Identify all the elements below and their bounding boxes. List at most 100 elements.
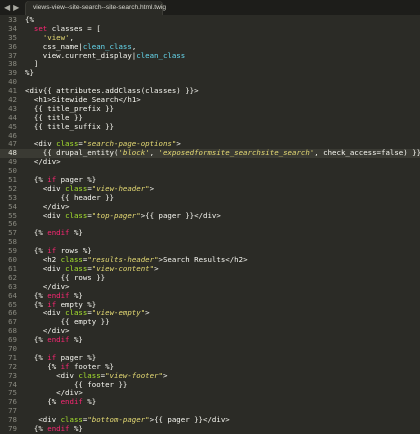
code-token: ] xyxy=(25,59,39,69)
code-token: > xyxy=(162,370,168,380)
code-token: if xyxy=(47,352,57,362)
code-text: %} xyxy=(17,68,34,78)
code-token: {{ title_suffix }} xyxy=(25,121,114,131)
code-token: Sitewide Search xyxy=(51,95,119,105)
back-arrow-icon[interactable]: ◀ xyxy=(4,1,10,14)
code-text: {% endif %} xyxy=(17,423,83,434)
code-token: , xyxy=(69,32,74,42)
code-line[interactable]: 57 {% endif %} xyxy=(0,228,420,238)
code-token: </div> xyxy=(42,201,70,211)
file-tab[interactable]: views-view--site-search--site-search.htm… xyxy=(25,1,166,15)
code-token: "view-empty" xyxy=(91,308,146,318)
code-token: <h2 xyxy=(42,255,61,265)
code-line[interactable]: 37 view.current_display|clean_class xyxy=(0,50,420,61)
code-token: 'view' xyxy=(42,32,70,42)
code-token: pager %} xyxy=(56,352,97,362)
code-token: endif xyxy=(47,423,70,433)
code-token: <div xyxy=(38,415,61,425)
code-token: {{ title_prefix }} xyxy=(25,103,114,113)
code-token: class xyxy=(65,183,88,193)
code-token: clean_class xyxy=(136,50,186,60)
code-token: </div> xyxy=(56,388,83,398)
code-token: <div xyxy=(42,308,66,318)
code-token: <div xyxy=(42,183,66,193)
code-text: {% endif %} xyxy=(17,397,96,407)
code-token: </h1> xyxy=(118,95,141,105)
code-token: class xyxy=(65,210,88,220)
code-token: {{ drupal_entity( xyxy=(25,148,119,158)
code-token: <h1> xyxy=(33,95,52,105)
code-token: {{ attributes.addClass(classes) }} xyxy=(42,86,195,96)
code-token: {% xyxy=(25,335,48,345)
code-token: {{ footer }} xyxy=(25,379,128,389)
code-token: > xyxy=(176,139,181,149)
code-text: {{ drupal_entity('block', 'exposedformsi… xyxy=(17,148,420,158)
code-token: endif xyxy=(47,228,70,238)
code-token: , xyxy=(131,41,137,51)
code-token: {{ rows }} xyxy=(25,272,106,282)
code-token: </div> xyxy=(33,157,61,167)
code-token: {% xyxy=(25,397,61,407)
code-token: {% xyxy=(25,361,61,371)
code-token: {% xyxy=(25,352,48,362)
code-editor[interactable]: 33 {% 34 set classes = [35 'view', 36 css_n… xyxy=(0,15,420,434)
code-line[interactable]: 79 {% endif %} xyxy=(0,423,420,434)
code-token: <div xyxy=(42,210,66,220)
code-token: {% xyxy=(25,423,48,433)
code-token: 'exposedformsite_searchsite_search' xyxy=(158,148,315,158)
code-token: , xyxy=(149,148,159,158)
code-token: > xyxy=(145,308,150,318)
code-line[interactable]: 69 {% endif %} xyxy=(0,335,420,345)
forward-arrow-icon[interactable]: ▶ xyxy=(13,1,19,14)
code-line[interactable]: 48 {{ drupal_entity('block', 'exposedfor… xyxy=(0,148,420,159)
code-text: {% endif %} xyxy=(17,335,83,345)
code-line[interactable]: 76 {% endif %} xyxy=(0,397,420,407)
code-token: if xyxy=(47,299,57,309)
code-token: css_name xyxy=(25,41,79,51)
code-token: 'block' xyxy=(118,148,150,158)
editor-window: ◀ ▶ views-view--site-search--site-search… xyxy=(0,0,420,434)
code-token: class xyxy=(56,139,79,149)
code-line[interactable]: 38 ] xyxy=(0,60,420,69)
code-token: </div> xyxy=(42,326,70,336)
code-token: <div xyxy=(25,86,43,96)
code-text: </div> xyxy=(17,157,61,167)
code-token: > xyxy=(154,263,159,273)
code-line[interactable]: 45 {{ title_suffix }} xyxy=(0,121,420,132)
code-token: endif xyxy=(60,397,83,407)
code-line[interactable]: 49 </div> xyxy=(0,157,420,167)
code-token: </h2> xyxy=(225,255,248,265)
code-token: {{ empty }} xyxy=(25,317,110,327)
code-line[interactable]: 55 <div class="top-pager">{{ pager }}</d… xyxy=(0,210,420,221)
file-tab-label: views-view--site-search--site-search.htm… xyxy=(33,4,166,11)
code-line[interactable]: 39%} xyxy=(0,68,420,78)
code-token: {{ title }} xyxy=(25,112,83,122)
code-token: </div> xyxy=(203,415,230,425)
code-token: %} xyxy=(69,290,83,300)
code-token: {% xyxy=(25,15,34,24)
code-text: <div class="top-pager">{{ pager }}</div> xyxy=(17,210,221,221)
code-token: clean_class xyxy=(82,41,132,51)
code-token: if xyxy=(47,246,57,256)
tab-navigation: ◀ ▶ xyxy=(4,1,19,14)
code-token: classes = [ xyxy=(47,23,101,33)
code-area[interactable]: 33 {% 34 set classes = [35 'view', 36 css_n… xyxy=(0,15,420,434)
code-token: class xyxy=(78,370,101,380)
tab-bar: ◀ ▶ views-view--site-search--site-search… xyxy=(0,0,420,16)
code-token: {% xyxy=(25,228,48,238)
code-token: "view-footer" xyxy=(105,370,163,380)
code-token: {% xyxy=(25,246,48,256)
code-token: > xyxy=(149,183,155,193)
